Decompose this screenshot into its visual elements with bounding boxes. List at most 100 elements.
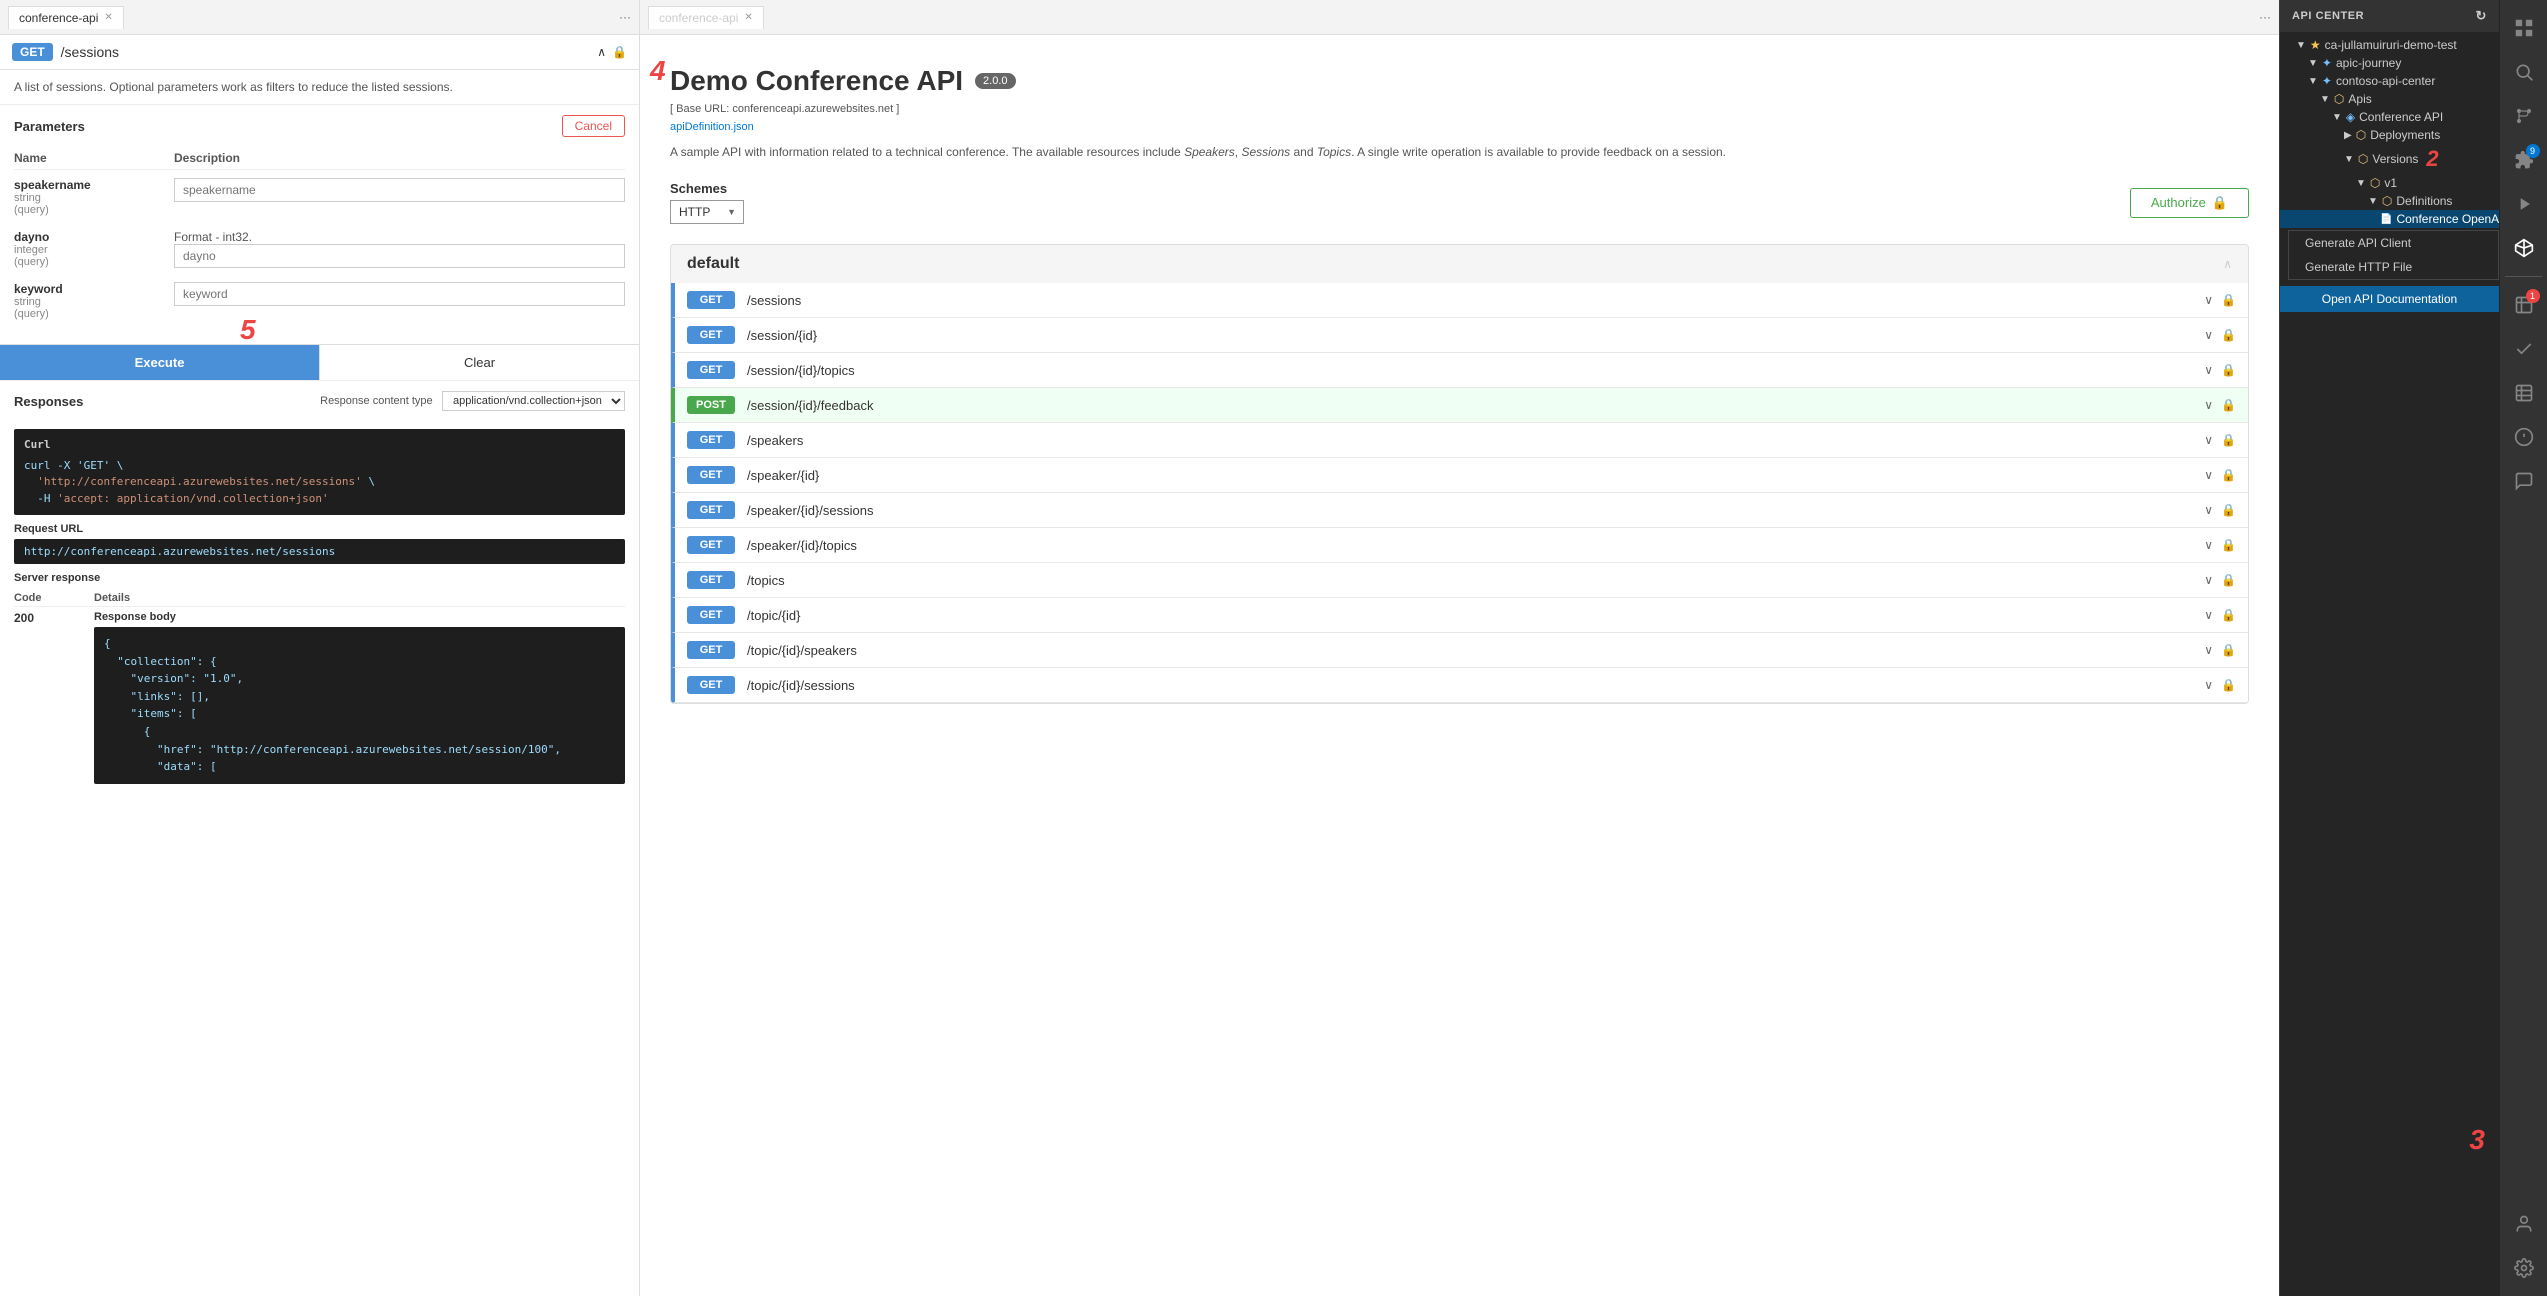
endpoint-row-speaker-sessions[interactable]: GET /speaker/{id}/sessions ∨ 🔒 (671, 493, 2248, 528)
middle-tab-conference-api[interactable]: conference-api ✕ (648, 6, 764, 29)
endpoint-icons-topics: ∨ 🔒 (2204, 573, 2236, 587)
chevron-speaker-id[interactable]: ∨ (2204, 468, 2213, 482)
activity-comment[interactable] (2504, 461, 2544, 501)
endpoint-row-sessions[interactable]: GET /sessions ∨ 🔒 (671, 283, 2248, 318)
chevron-speaker-sessions[interactable]: ∨ (2204, 503, 2213, 517)
cancel-button[interactable]: Cancel (562, 115, 625, 137)
response-row: 200 Response body { "collection": { "ver… (14, 611, 625, 784)
authorize-button[interactable]: Authorize 🔒 (2130, 188, 2249, 218)
param-source-label: (query) (14, 204, 174, 216)
speakername-input[interactable] (174, 178, 625, 202)
activity-check[interactable] (2504, 329, 2544, 369)
default-collapse-icon[interactable]: ∧ (2223, 257, 2232, 271)
context-menu-generate-client[interactable]: Generate API Client (2289, 231, 2498, 255)
tree-label-versions: Versions (2372, 152, 2418, 166)
file-icon-openapi2: 📄 (2380, 214, 2392, 225)
folder-icon-definitions: ⬡ (2382, 194, 2392, 208)
endpoint-row-topics[interactable]: GET /topics ∨ 🔒 (671, 563, 2248, 598)
endpoint-row-topic-sessions[interactable]: GET /topic/{id}/sessions ∨ 🔒 (671, 668, 2248, 703)
response-table-header: Code Details (14, 590, 625, 607)
chevron-session-feedback[interactable]: ∨ (2204, 398, 2213, 412)
keyword-input[interactable] (174, 282, 625, 306)
folder-icon-versions: ⬡ (2358, 152, 2368, 166)
method-badge-get-speaker-sessions: GET (687, 501, 735, 519)
chevron-topics[interactable]: ∨ (2204, 573, 2213, 587)
endpoint-path-speakers: /speakers (747, 433, 2204, 448)
context-menu-generate-http[interactable]: Generate HTTP File (2289, 255, 2498, 279)
tree-item-conference-openapi2[interactable]: 📄 Conference OpenAPI 2 (2280, 210, 2499, 228)
chevron-speaker-topics[interactable]: ∨ (2204, 538, 2213, 552)
tree-item-deployments[interactable]: ▶ ⬡ Deployments (2280, 126, 2499, 144)
api-def-link[interactable]: apiDefinition.json (670, 121, 754, 133)
method-badge-get-topic-id: GET (687, 606, 735, 624)
middle-tab-close[interactable]: ✕ (744, 12, 752, 23)
dayno-input[interactable] (174, 244, 625, 268)
endpoint-path-topic-speakers: /topic/{id}/speakers (747, 643, 2204, 658)
tree-item-definitions[interactable]: ▼ ⬡ Definitions (2280, 192, 2499, 210)
open-api-documentation-button[interactable]: Open API Documentation (2280, 286, 2499, 312)
endpoint-path-speaker-id: /speaker/{id} (747, 468, 2204, 483)
tree-item-versions[interactable]: ▼ ⬡ Versions 2 (2280, 144, 2499, 174)
endpoint-row-topic-id[interactable]: GET /topic/{id} ∨ 🔒 (671, 598, 2248, 633)
left-tab-bar: conference-api ✕ ··· (0, 0, 639, 35)
tree-item-apis[interactable]: ▼ ⬡ Apis (2280, 90, 2499, 108)
chevron-session-topics[interactable]: ∨ (2204, 363, 2213, 377)
activity-explorer[interactable] (2504, 8, 2544, 48)
endpoint-row-session-id[interactable]: GET /session/{id} ∨ 🔒 (671, 318, 2248, 353)
tree-item-apic-journey[interactable]: ▼ ✦ apic-journey (2280, 54, 2499, 72)
tree-label-apis: Apis (2348, 92, 2371, 106)
left-tab-close[interactable]: ✕ (104, 12, 112, 23)
endpoint-row-speakers[interactable]: GET /speakers ∨ 🔒 (671, 423, 2248, 458)
params-header: Parameters Cancel (14, 115, 625, 137)
folder-icon-apis: ⬡ (2334, 92, 2344, 106)
endpoint-path-session-topics: /session/{id}/topics (747, 363, 2204, 378)
responses-section: Responses Response content type applicat… (0, 380, 639, 429)
description-col-header: Description (174, 151, 625, 165)
endpoint-row-topic-speakers[interactable]: GET /topic/{id}/speakers ∨ 🔒 (671, 633, 2248, 668)
activity-api-center[interactable] (2504, 228, 2544, 268)
tree-item-v1[interactable]: ▼ ⬡ v1 (2280, 174, 2499, 192)
scheme-select[interactable]: HTTP HTTPS (670, 200, 744, 224)
method-badge-post-feedback: POST (687, 396, 735, 414)
activity-account[interactable] (2504, 1204, 2544, 1244)
chevron-speakers[interactable]: ∨ (2204, 433, 2213, 447)
left-tab-more[interactable]: ··· (619, 10, 631, 24)
tree-item-conference-api[interactable]: ▼ ◈ Conference API (2280, 108, 2499, 126)
content-type-select[interactable]: application/vnd.collection+json (442, 391, 625, 411)
tree-item-contoso[interactable]: ▼ ✦ contoso-api-center (2280, 72, 2499, 90)
activity-extensions[interactable]: 9 (2504, 140, 2544, 180)
default-header[interactable]: default ∧ (671, 245, 2248, 283)
activity-info[interactable] (2504, 417, 2544, 457)
endpoint-icons-speakers: ∨ 🔒 (2204, 433, 2236, 447)
lock-session-feedback: 🔒 (2221, 398, 2236, 412)
clear-button[interactable]: Clear (319, 345, 639, 380)
activity-run[interactable] (2504, 184, 2544, 224)
chevron-topic-id[interactable]: ∨ (2204, 608, 2213, 622)
activity-test-1[interactable]: 1 (2504, 285, 2544, 325)
execute-button[interactable]: Execute (0, 345, 319, 380)
chevron-session-id[interactable]: ∨ (2204, 328, 2213, 342)
endpoint-row-speaker-topics[interactable]: GET /speaker/{id}/topics ∨ 🔒 (671, 528, 2248, 563)
left-tab-conference-api[interactable]: conference-api ✕ (8, 6, 124, 29)
endpoint-icons-sessions: ∨ 🔒 (2204, 293, 2236, 307)
endpoint-row-session-feedback[interactable]: POST /session/{id}/feedback ∨ 🔒 (671, 388, 2248, 423)
schemes-label: Schemes (670, 181, 744, 196)
activity-settings[interactable] (2504, 1248, 2544, 1288)
collapse-icon[interactable]: ∧ (597, 45, 606, 59)
activity-bar: 9 1 (2499, 0, 2547, 1296)
tree-item-ca-jullamuiruri[interactable]: ▼ ★ ca-jullamuiruri-demo-test (2280, 36, 2499, 54)
api-center-refresh-icon[interactable]: ↻ (2476, 8, 2487, 24)
chevron-topic-sessions[interactable]: ∨ (2204, 678, 2213, 692)
middle-tab-more[interactable]: ··· (2259, 10, 2271, 24)
schemes-wrapper: Schemes HTTP HTTPS (670, 181, 744, 224)
activity-search[interactable] (2504, 52, 2544, 92)
endpoint-row-session-id-topics[interactable]: GET /session/{id}/topics ∨ 🔒 (671, 353, 2248, 388)
chevron-sessions[interactable]: ∨ (2204, 293, 2213, 307)
chevron-topic-speakers[interactable]: ∨ (2204, 643, 2213, 657)
endpoint-row-speaker-id[interactable]: GET /speaker/{id} ∨ 🔒 (671, 458, 2248, 493)
activity-table[interactable] (2504, 373, 2544, 413)
activity-source-control[interactable] (2504, 96, 2544, 136)
test-badge-red: 1 (2526, 289, 2540, 303)
annotation-4: 4 (650, 55, 666, 87)
tree-label-deployments: Deployments (2370, 128, 2440, 142)
